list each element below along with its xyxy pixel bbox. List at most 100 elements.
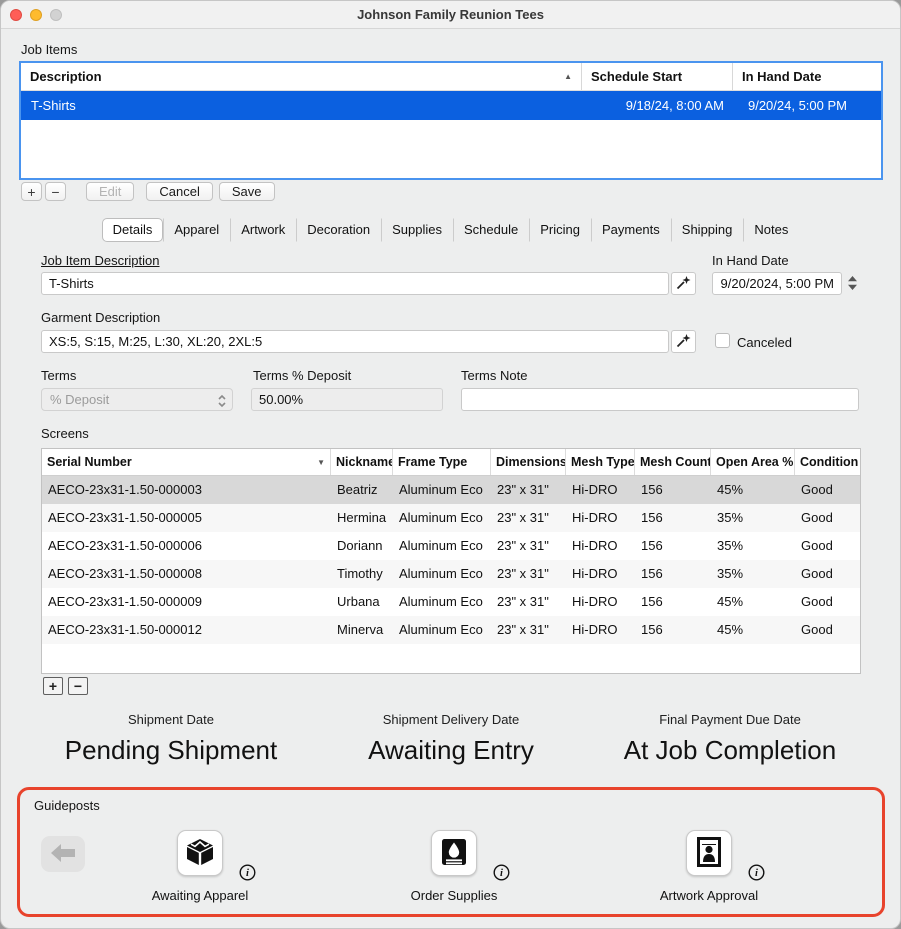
job-items-section-label: Job Items (21, 42, 77, 57)
table-cell: Hermina (331, 504, 393, 532)
table-cell: Good (795, 588, 860, 616)
table-cell: Beatriz (331, 476, 393, 504)
screens-table: Serial Number ▼ Nickname Frame Type Dime… (41, 448, 861, 674)
garment-description-field[interactable]: XS:5, S:15, M:25, L:30, XL:20, 2XL:5 (41, 330, 669, 353)
back-button[interactable] (41, 836, 85, 872)
remove-screen-button[interactable]: − (68, 677, 88, 695)
tab-schedule[interactable]: Schedule (453, 218, 529, 242)
column-header-mesh-count[interactable]: Mesh Count (635, 449, 711, 475)
table-cell: Aluminum Eco (393, 504, 491, 532)
column-header-in-hand-date[interactable]: In Hand Date (732, 63, 881, 90)
table-cell: Aluminum Eco (393, 560, 491, 588)
table-row[interactable]: T-Shirts 9/18/24, 8:00 AM 9/20/24, 5:00 … (21, 91, 881, 120)
screens-table-header: Serial Number ▼ Nickname Frame Type Dime… (42, 449, 860, 476)
tab-notes[interactable]: Notes (743, 218, 799, 242)
table-cell: 35% (711, 560, 795, 588)
cancel-button[interactable]: Cancel (146, 182, 212, 201)
table-row[interactable]: AECO-23x31-1.50-000005 Hermina Aluminum … (42, 504, 860, 532)
guidepost-artwork-approval: i Artwork Approval (629, 830, 789, 903)
table-cell: Good (795, 616, 860, 644)
column-header-open-area[interactable]: Open Area % (711, 449, 795, 475)
date-stepper[interactable] (845, 274, 859, 294)
column-header-frame-type[interactable]: Frame Type (393, 449, 491, 475)
column-header-dimensions[interactable]: Dimensions (491, 449, 566, 475)
magic-wand-button[interactable] (671, 272, 696, 295)
table-cell: 35% (711, 504, 795, 532)
table-cell: Good (795, 560, 860, 588)
close-window-button[interactable] (10, 9, 22, 21)
info-icon[interactable]: i (748, 864, 765, 881)
zoom-window-button[interactable] (50, 9, 62, 21)
shipment-delivery-date-value: Awaiting Entry (321, 735, 581, 766)
job-item-description-field[interactable]: T-Shirts (41, 272, 669, 295)
edit-button[interactable]: Edit (86, 182, 134, 201)
column-header-schedule-start[interactable]: Schedule Start (581, 63, 732, 90)
terms-deposit-field[interactable]: 50.00% (251, 388, 443, 411)
info-icon[interactable]: i (493, 864, 510, 881)
tab-supplies[interactable]: Supplies (381, 218, 453, 242)
column-header-condition[interactable]: Condition (795, 449, 860, 475)
table-cell: 23" x 31" (491, 532, 566, 560)
terms-note-field[interactable] (461, 388, 859, 411)
tab-payments[interactable]: Payments (591, 218, 671, 242)
minimize-window-button[interactable] (30, 9, 42, 21)
table-cell: 23" x 31" (491, 588, 566, 616)
chevron-up-down-icon (217, 393, 227, 414)
final-payment-due-date-label: Final Payment Due Date (600, 712, 860, 727)
table-cell: 23" x 31" (491, 504, 566, 532)
order-supplies-button[interactable]: i (431, 830, 477, 876)
column-header-description[interactable]: Description ▲ (21, 63, 581, 90)
magic-wand-button[interactable] (671, 330, 696, 353)
guidepost-label: Order Supplies (411, 888, 498, 903)
guidepost-order-supplies: i Order Supplies (374, 830, 534, 903)
table-cell: Aluminum Eco (393, 532, 491, 560)
stepper-arrows-icon (847, 275, 858, 294)
artwork-approval-button[interactable]: i (686, 830, 732, 876)
table-cell: Urbana (331, 588, 393, 616)
app-window: Johnson Family Reunion Tees Job Items De… (0, 0, 901, 929)
remove-job-item-button[interactable]: − (45, 182, 66, 201)
cell-description: T-Shirts (21, 91, 581, 120)
table-cell: 23" x 31" (491, 560, 566, 588)
canceled-checkbox[interactable] (715, 333, 730, 348)
guidepost-awaiting-apparel: i Awaiting Apparel (120, 830, 280, 903)
table-cell: Aluminum Eco (393, 616, 491, 644)
screens-section-label: Screens (41, 426, 89, 441)
tab-shipping[interactable]: Shipping (671, 218, 744, 242)
table-cell: Hi-DRO (566, 476, 635, 504)
shipment-delivery-date-label: Shipment Delivery Date (321, 712, 581, 727)
tab-decoration[interactable]: Decoration (296, 218, 381, 242)
column-header-serial-number[interactable]: Serial Number ▼ (42, 449, 331, 475)
tab-pricing[interactable]: Pricing (529, 218, 591, 242)
awaiting-apparel-button[interactable]: i (177, 830, 223, 876)
table-row[interactable]: AECO-23x31-1.50-000008 Timothy Aluminum … (42, 560, 860, 588)
table-cell: 45% (711, 476, 795, 504)
save-button[interactable]: Save (219, 182, 275, 201)
table-row[interactable]: AECO-23x31-1.50-000009 Urbana Aluminum E… (42, 588, 860, 616)
column-header-nickname[interactable]: Nickname (331, 449, 393, 475)
window-title: Johnson Family Reunion Tees (357, 7, 544, 22)
package-icon (184, 836, 216, 871)
table-row[interactable]: AECO-23x31-1.50-000006 Doriann Aluminum … (42, 532, 860, 560)
cell-in-hand-date: 9/20/24, 5:00 PM (732, 91, 881, 120)
table-cell: 156 (635, 560, 711, 588)
framed-artwork-icon (693, 836, 725, 871)
table-row[interactable]: AECO-23x31-1.50-000003 Beatriz Aluminum … (42, 476, 860, 504)
table-cell: AECO-23x31-1.50-000008 (42, 560, 331, 588)
table-cell: 156 (635, 532, 711, 560)
add-job-item-button[interactable]: + (21, 182, 42, 201)
garment-description-label: Garment Description (41, 310, 160, 325)
column-header-mesh-type[interactable]: Mesh Type (566, 449, 635, 475)
info-icon[interactable]: i (239, 864, 256, 881)
terms-select[interactable]: % Deposit (41, 388, 233, 411)
in-hand-date-label: In Hand Date (712, 253, 789, 268)
job-item-description-label[interactable]: Job Item Description (41, 253, 160, 268)
tab-apparel[interactable]: Apparel (163, 218, 230, 242)
in-hand-date-field[interactable]: 9/20/2024, 5:00 PM (712, 272, 842, 295)
tab-details[interactable]: Details (102, 218, 164, 242)
table-row[interactable]: AECO-23x31-1.50-000012 Minerva Aluminum … (42, 616, 860, 644)
add-screen-button[interactable]: + (43, 677, 63, 695)
tab-artwork[interactable]: Artwork (230, 218, 296, 242)
job-items-table: Description ▲ Schedule Start In Hand Dat… (19, 61, 883, 180)
table-cell: 156 (635, 476, 711, 504)
